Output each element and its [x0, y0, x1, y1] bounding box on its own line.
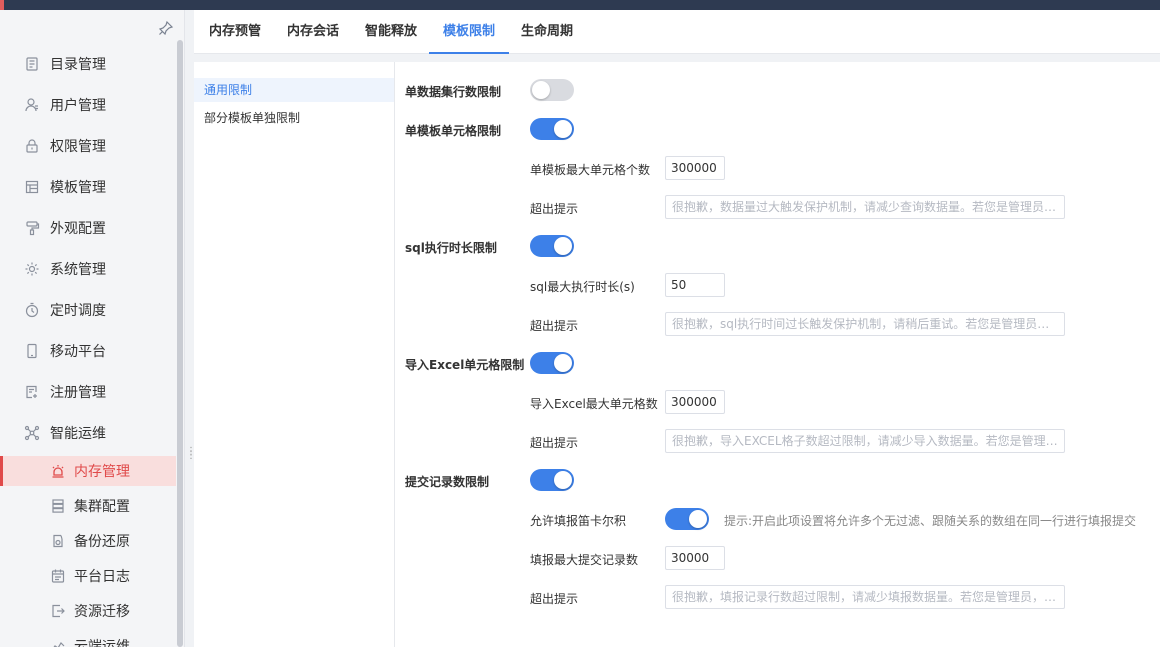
excel-cells-tip-label: 超出提示 — [530, 436, 579, 450]
sidebar-item-appearance[interactable]: 外观配置 — [0, 210, 176, 246]
sidebar-item-label: 系统管理 — [50, 262, 106, 278]
sidebar-subitem-cluster[interactable]: 集群配置 — [0, 491, 176, 521]
sidebar-item-users[interactable]: 用户管理 — [0, 87, 176, 123]
network-icon — [24, 425, 40, 441]
sql-time-tip-input[interactable]: 很抱歉，sql执行时间过长触发保护机制，请稍后重试。若您是管理员，请前往内存管理… — [665, 312, 1065, 336]
template-cells-max-input[interactable]: 300000 — [665, 156, 725, 180]
migrate-icon — [50, 603, 66, 619]
sidebar-item-label: 智能运维 — [50, 426, 106, 442]
sidebar-subitem-backup[interactable]: 备份还原 — [0, 526, 176, 556]
excel-cells-tip-input[interactable]: 很抱歉，导入EXCEL格子数超过限制，请减少导入数据量。若您是管理员，请前往内存… — [665, 429, 1065, 453]
sql-time-tip-label: 超出提示 — [530, 319, 579, 333]
sidebar-subitem-migration[interactable]: 资源迁移 — [0, 596, 176, 626]
template-cells-tip-input[interactable]: 很抱歉，数据量过大触发保护机制，请减少查询数据量。若您是管理员，请前往内存管理中… — [665, 195, 1065, 219]
limit-menu-per-template[interactable]: 部分模板单独限制 — [194, 106, 394, 130]
sidebar-subitem-label: 集群配置 — [74, 499, 130, 515]
sql-time-max-input[interactable]: 50 — [665, 273, 725, 297]
toggle-knob — [554, 471, 572, 489]
submit-records-toggle[interactable] — [530, 469, 574, 491]
sidebar-item-label: 外观配置 — [50, 221, 106, 237]
sql-time-toggle[interactable] — [530, 235, 574, 257]
log-icon — [50, 568, 66, 584]
toggle-knob — [689, 510, 707, 528]
user-icon — [24, 97, 40, 113]
catalog-icon — [24, 56, 40, 72]
main-panel: 通用限制 部分模板单独限制 单数据集行数限制 单模板单元格限制 单模板最大单元格… — [194, 62, 1160, 647]
sidebar-item-label: 用户管理 — [50, 98, 106, 114]
excel-cells-max-input[interactable]: 300000 — [665, 390, 725, 414]
gear-icon — [24, 261, 40, 277]
tab-memory-warning[interactable]: 内存预管 — [209, 10, 261, 54]
toggle-knob — [532, 81, 550, 99]
cloud-ops-icon — [50, 638, 66, 647]
top-bar-accent — [0, 0, 4, 10]
template-cells-toggle[interactable] — [530, 118, 574, 140]
sidebar-item-system[interactable]: 系统管理 — [0, 251, 176, 287]
limit-menu-general[interactable]: 通用限制 — [194, 78, 394, 102]
sidebar-scrollbar[interactable] — [177, 40, 183, 647]
mobile-icon — [24, 343, 40, 359]
sidebar-item-mobile[interactable]: 移动平台 — [0, 333, 176, 369]
cartesian-label: 允许填报笛卡尔积 — [530, 514, 627, 528]
tab-lifecycle[interactable]: 生命周期 — [521, 10, 573, 54]
sql-time-label: sql执行时长限制 — [405, 241, 497, 255]
paint-roller-icon — [24, 220, 40, 236]
dataset-rows-toggle[interactable] — [530, 79, 574, 101]
sidebar-item-registration[interactable]: 注册管理 — [0, 374, 176, 410]
top-bar — [0, 0, 1160, 10]
memory-icon — [50, 463, 66, 479]
pin-icon[interactable] — [158, 20, 174, 36]
sidebar-subitem-label: 云端运维 — [74, 639, 130, 647]
sidebar-item-label: 注册管理 — [50, 385, 106, 401]
sidebar-item-scheduler[interactable]: 定时调度 — [0, 292, 176, 328]
sidebar-item-catalog[interactable]: 目录管理 — [0, 46, 176, 82]
sidebar-subitem-label: 平台日志 — [74, 569, 130, 585]
sidebar-subitem-logs[interactable]: 平台日志 — [0, 561, 176, 591]
tab-template-limit[interactable]: 模板限制 — [428, 10, 510, 54]
backup-icon — [50, 533, 66, 549]
submit-records-label: 提交记录数限制 — [405, 475, 490, 489]
sidebar-item-label: 目录管理 — [50, 57, 106, 73]
sidebar-subitem-cloud-ops[interactable]: 云端运维 — [0, 631, 176, 647]
timer-icon — [24, 302, 40, 318]
sidebar-subitem-label: 资源迁移 — [74, 604, 130, 620]
sql-time-max-label: sql最大执行时长(s) — [530, 280, 635, 294]
excel-cells-toggle[interactable] — [530, 352, 574, 374]
submit-records-tip-input[interactable]: 很抱歉，填报记录行数超过限制，请减少填报数据量。若您是管理员，请前往内存管理中调… — [665, 585, 1065, 609]
excel-cells-max-label: 导入Excel最大单元格数 — [530, 397, 658, 411]
sidebar-item-templates[interactable]: 模板管理 — [0, 169, 176, 205]
template-cells-label: 单模板单元格限制 — [405, 124, 502, 138]
tab-bar: 内存预管 内存会话 智能释放 模板限制 生命周期 — [194, 10, 1160, 54]
cartesian-toggle[interactable] — [665, 508, 709, 530]
sidebar-item-label: 权限管理 — [50, 139, 106, 155]
tab-smart-release[interactable]: 智能释放 — [365, 10, 417, 54]
sidebar-item-permissions[interactable]: 权限管理 — [0, 128, 176, 164]
sidebar-item-label: 移动平台 — [50, 344, 106, 360]
submit-records-tip-label: 超出提示 — [530, 592, 579, 606]
toggle-knob — [554, 237, 572, 255]
template-icon — [24, 179, 40, 195]
limit-menu: 通用限制 部分模板单独限制 — [194, 62, 395, 647]
template-cells-max-label: 单模板最大单元格个数 — [530, 163, 651, 177]
register-icon — [24, 384, 40, 400]
toggle-knob — [554, 354, 572, 372]
toggle-knob — [554, 120, 572, 138]
cluster-icon — [50, 498, 66, 514]
sidebar-resize-handle[interactable]: ⋮ ⋮ — [186, 447, 196, 466]
sidebar-subitem-label: 备份还原 — [74, 534, 130, 550]
tab-memory-session[interactable]: 内存会话 — [287, 10, 339, 54]
sidebar-item-label: 模板管理 — [50, 180, 106, 196]
sidebar-item-smart-ops[interactable]: 智能运维 — [0, 415, 176, 451]
sidebar-subitem-label: 内存管理 — [74, 464, 130, 480]
template-cells-tip-label: 超出提示 — [530, 202, 579, 216]
sidebar: 目录管理 用户管理 权限管理 模板管理 外观配置 系统管理 定时调度 移动平台 … — [0, 10, 185, 647]
excel-cells-label: 导入Excel单元格限制 — [405, 358, 525, 372]
lock-icon — [24, 138, 40, 154]
submit-records-max-input[interactable]: 30000 — [665, 546, 725, 570]
submit-records-max-label: 填报最大提交记录数 — [530, 553, 639, 567]
sidebar-subitem-memory[interactable]: 内存管理 — [0, 456, 176, 486]
sidebar-item-label: 定时调度 — [50, 303, 106, 319]
dataset-rows-label: 单数据集行数限制 — [405, 85, 502, 99]
cartesian-hint: 提示:开启此项设置将允许多个无过滤、跟随关系的数组在同一行进行填报提交 — [724, 514, 1137, 528]
